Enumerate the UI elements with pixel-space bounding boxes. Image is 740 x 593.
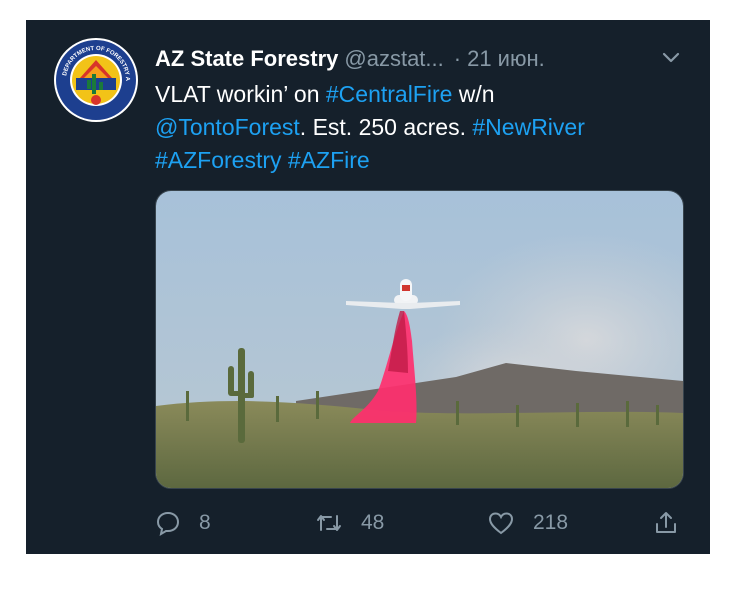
hashtag-link[interactable]: #CentralFire: [326, 81, 453, 107]
reply-icon: [156, 511, 180, 536]
heart-icon: [488, 512, 514, 535]
airplane-drop-photo: [156, 191, 683, 488]
retweet-button[interactable]: 48: [315, 508, 384, 538]
tweet-header: AZ State Forestry @azstat... · 21 июн.: [155, 46, 675, 76]
reply-button[interactable]: 8: [155, 508, 211, 538]
author-name[interactable]: AZ State Forestry: [155, 46, 338, 71]
hashtag-link[interactable]: #AZForestry: [155, 147, 282, 173]
like-button[interactable]: 218: [487, 508, 568, 538]
text-part: VLAT workin’ on: [155, 81, 326, 107]
share-icon: [656, 512, 676, 533]
share-button[interactable]: [653, 508, 697, 538]
reply-count: 8: [199, 511, 211, 534]
avatar[interactable]: DEPARTMENT OF FORESTRY AND FIRE MANAGEME…: [54, 38, 138, 122]
chevron-down-icon[interactable]: [660, 46, 682, 68]
text-part: . Est. 250 acres.: [299, 114, 473, 140]
hashtag-link[interactable]: #NewRiver: [472, 114, 584, 140]
mention-link[interactable]: @TontoForest: [155, 114, 300, 140]
author-handle[interactable]: @azstat...: [344, 46, 443, 71]
separator-dot: ·: [453, 46, 462, 71]
tweet-card[interactable]: DEPARTMENT OF FORESTRY AND FIRE MANAGEME…: [26, 20, 710, 554]
tweet-photo[interactable]: [155, 190, 684, 489]
retweet-icon: [317, 515, 341, 531]
action-bar: 8 48 218: [155, 508, 695, 538]
tweet-date[interactable]: 21 июн.: [467, 46, 545, 71]
hashtag-link[interactable]: #AZFire: [288, 147, 370, 173]
text-part: w/n: [452, 81, 495, 107]
forestry-seal-icon: DEPARTMENT OF FORESTRY AND FIRE MANAGEME…: [54, 38, 136, 120]
retweet-count: 48: [361, 511, 385, 534]
like-count: 218: [533, 511, 569, 534]
tweet-text: VLAT workin’ on #CentralFire w/n @TontoF…: [155, 78, 685, 177]
